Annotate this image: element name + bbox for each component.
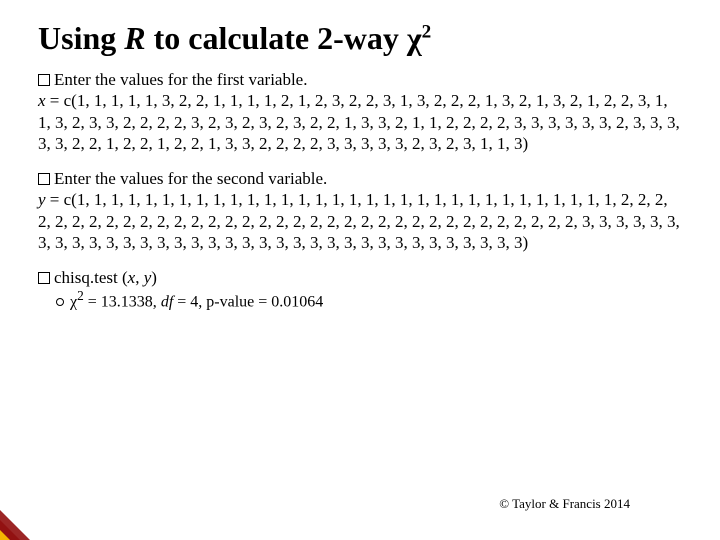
result-df-label: df: [161, 294, 173, 311]
block-variable-x: Enter the values for the first variable.…: [38, 69, 682, 154]
bullet-square-icon: [38, 173, 50, 185]
title-text-2: to calculate 2-way χ: [146, 20, 422, 56]
x-instruction: Enter the values for the first variable.: [54, 70, 307, 89]
corner-chevrons-icon: [0, 476, 64, 540]
slide: Using R to calculate 2-way χ2 Enter the …: [0, 0, 720, 540]
chisq-sep: ,: [135, 268, 144, 287]
slide-title: Using R to calculate 2-way χ2: [38, 20, 682, 57]
block-variable-y: Enter the values for the second variable…: [38, 168, 682, 253]
y-instruction: Enter the values for the second variable…: [54, 169, 327, 188]
x-var: x: [38, 91, 46, 110]
chisq-close: ): [151, 268, 157, 287]
chisq-result: χ2 = 13.1338, df = 4, p-value = 0.01064: [56, 288, 682, 312]
bullet-square-icon: [38, 272, 50, 284]
title-r-italic: R: [124, 20, 145, 56]
chisq-cmd: chisq.test (: [54, 268, 128, 287]
y-values: = c(1, 1, 1, 1, 1, 1, 1, 1, 1, 1, 1, 1, …: [38, 190, 680, 252]
title-superscript: 2: [422, 21, 432, 42]
result-df-val: = 4, p-value = 0.01064: [173, 294, 323, 311]
bullet-square-icon: [38, 74, 50, 86]
result-eq: = 13.1338,: [84, 294, 161, 311]
block-chisq-call: chisq.test (x, y) χ2 = 13.1338, df = 4, …: [38, 267, 682, 313]
bullet-ring-icon: [56, 298, 64, 306]
y-var: y: [38, 190, 46, 209]
result-sup: 2: [77, 288, 84, 303]
copyright-footer: © Taylor & Francis 2014: [499, 496, 630, 512]
x-values: = c(1, 1, 1, 1, 1, 3, 2, 2, 1, 1, 1, 1, …: [38, 91, 680, 153]
title-text-1: Using: [38, 20, 124, 56]
